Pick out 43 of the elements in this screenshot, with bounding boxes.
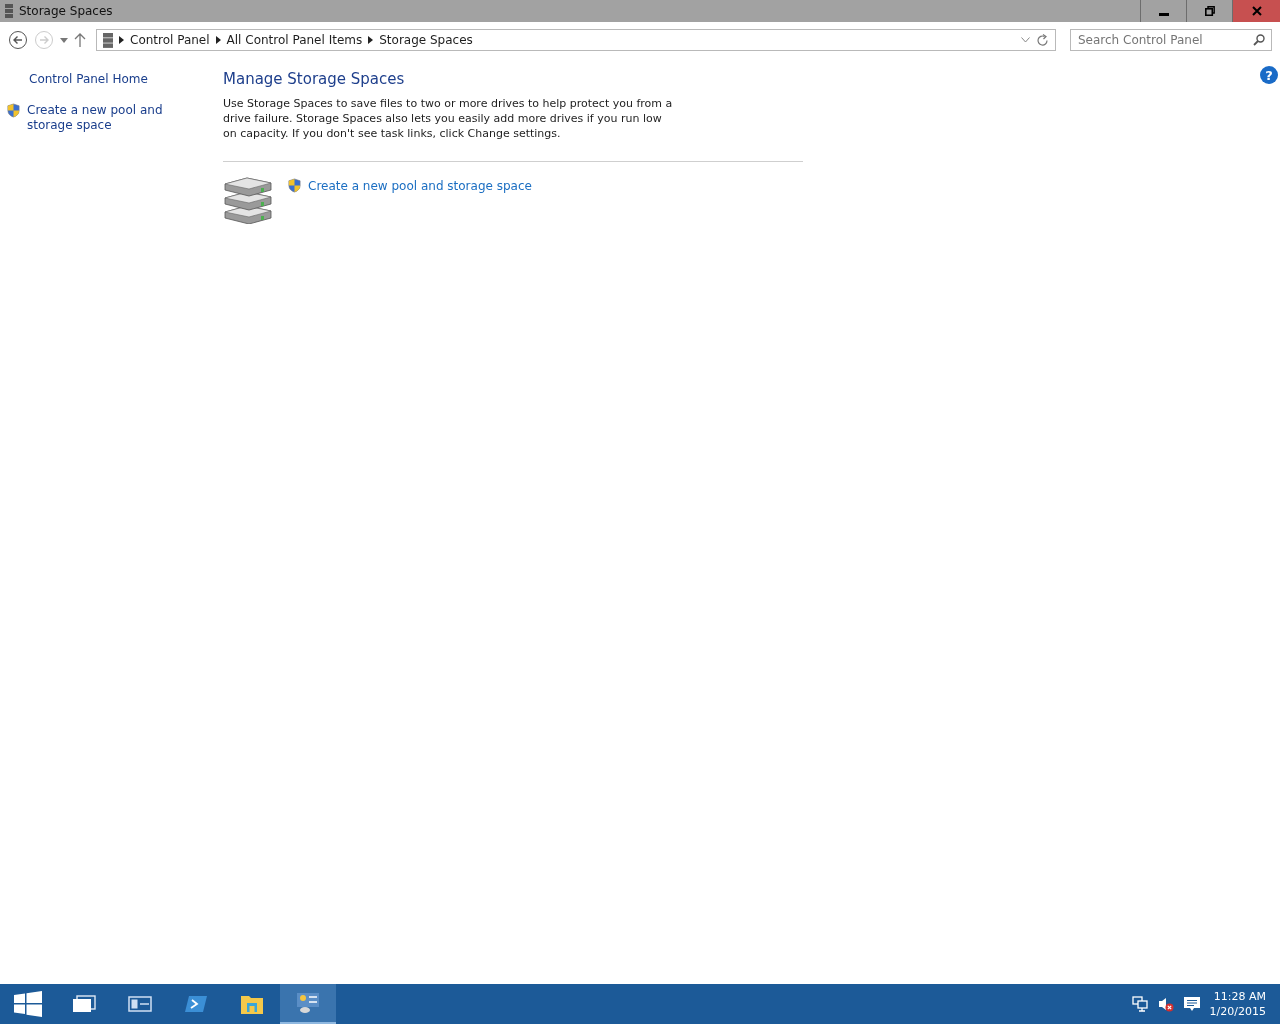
sidebar-link[interactable]: Create a new pool and storage space (27, 103, 197, 133)
search-icon (1253, 34, 1265, 46)
shield-icon (287, 178, 302, 193)
folder-icon (241, 994, 263, 1014)
breadcrumb-item[interactable]: All Control Panel Items (226, 33, 363, 47)
recent-dropdown-icon[interactable] (60, 37, 68, 43)
clock[interactable]: 11:28 AM 1/20/2015 (1209, 989, 1266, 1019)
chevron-icon (215, 36, 221, 44)
task-view-icon (72, 995, 96, 1013)
help-button[interactable]: ? (1260, 66, 1278, 84)
notification-icon[interactable] (1183, 996, 1200, 1012)
shield-icon (6, 103, 21, 118)
refresh-icon[interactable] (1036, 33, 1049, 47)
minimize-icon (1158, 13, 1169, 16)
windows-logo-icon (14, 991, 42, 1017)
chevron-icon (368, 36, 374, 44)
address-bar[interactable]: Control Panel All Control Panel Items Storage Spaces (96, 29, 1056, 51)
back-button[interactable] (8, 30, 28, 50)
speaker-muted-icon[interactable] (1157, 996, 1174, 1012)
taskbar-button[interactable] (280, 984, 336, 1024)
time-text: 11:28 AM (1213, 989, 1266, 1004)
breadcrumb-item[interactable]: Control Panel (130, 33, 210, 47)
window-title: Storage Spaces (19, 4, 113, 18)
breadcrumb-item[interactable]: Storage Spaces (379, 33, 473, 47)
powershell-icon (185, 995, 207, 1013)
storage-drives-icon (103, 32, 113, 48)
dropdown-icon[interactable] (1021, 37, 1030, 43)
close-button[interactable] (1232, 0, 1280, 22)
control-panel-icon (296, 992, 320, 1014)
up-button[interactable] (74, 33, 86, 47)
sidebar-link[interactable]: Control Panel Home (29, 72, 148, 87)
server-manager-icon (128, 996, 152, 1012)
page-heading: Manage Storage Spaces (223, 70, 406, 88)
description-text: Use Storage Spaces to save files to two or more drives to help protect you from a drive failure. Storage Spaces also lets you easily add more drives if you run low on capacity. If you don't see task links, click Change settings. (223, 96, 673, 141)
task-link[interactable]: Create a new pool and storage space (308, 178, 532, 193)
stacked-drives-icon (223, 174, 273, 224)
restore-icon (1204, 6, 1215, 16)
date-text: 1/20/2015 (1209, 1004, 1266, 1019)
storage-drives-icon (5, 4, 13, 18)
search-field[interactable]: Search Control Panel (1070, 29, 1272, 51)
close-icon (1251, 6, 1262, 16)
network-icon[interactable] (1131, 996, 1148, 1012)
chevron-icon (119, 36, 124, 44)
